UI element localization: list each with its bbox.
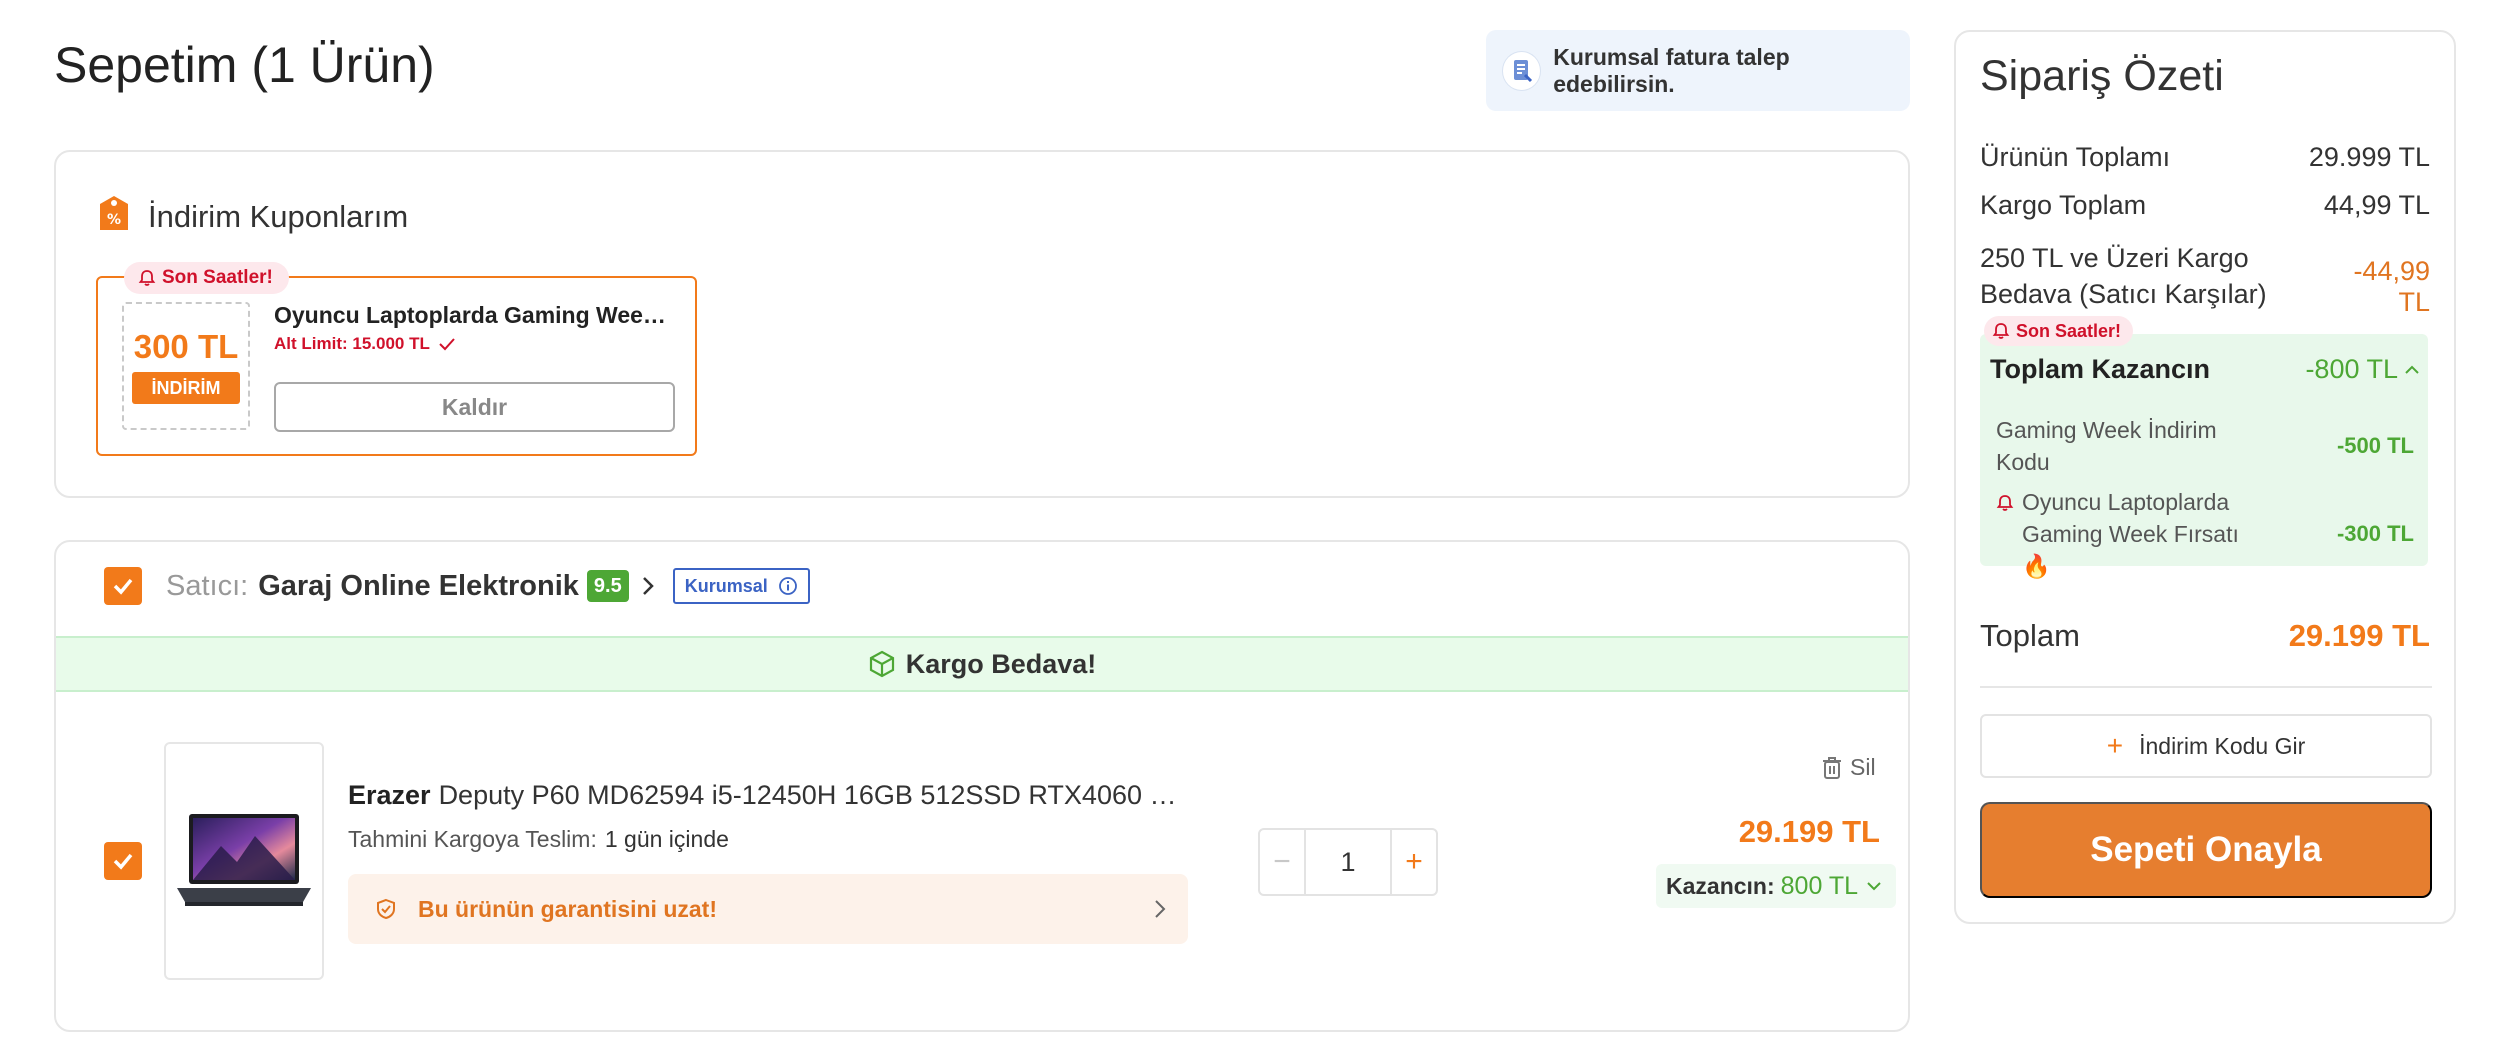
summary-products-label: Ürünün Toplamı (1980, 142, 2171, 172)
quantity-value[interactable]: 1 (1306, 830, 1390, 894)
chevron-right-icon[interactable] (641, 575, 655, 597)
extend-warranty-banner[interactable]: Bu ürünün garantisini uzat! (348, 874, 1188, 944)
coupon-name: Oyuncu Laptoplarda Gaming Week Fırsatı (274, 302, 674, 328)
savings-line-label: Gaming Week İndirim Kodu (1996, 417, 2217, 475)
summary-divider (1980, 686, 2432, 688)
product-checkbox[interactable] (104, 842, 142, 880)
quantity-stepper: − 1 + (1258, 828, 1438, 896)
coupon-discount-tag: İNDİRİM (132, 372, 240, 404)
coupon-tag-icon: % (96, 194, 132, 239)
shield-icon (376, 898, 396, 920)
product-image[interactable] (164, 742, 324, 980)
checkmark-icon (113, 578, 133, 595)
summary-shipping-label: Kargo Toplam (1980, 190, 2147, 220)
delivery-info: Tahmini Kargoya Teslim: 1 gün içinde (348, 826, 729, 853)
summary-products-value: 29.999 TL (2308, 142, 2430, 172)
confirm-cart-button[interactable]: Sepeti Onayla (1980, 802, 2432, 898)
savings-line-label: Oyuncu Laptoplarda Gaming Week Fırsatı 🔥 (2022, 489, 2239, 579)
invoice-icon (1502, 50, 1542, 91)
free-shipping-discount-label: 250 TL ve Üzeri Kargo Bedava (Satıcı Kar… (1980, 243, 2267, 309)
coupon-amount: 300 TL (133, 328, 239, 365)
free-shipping-discount-value: -44,99 TL (2353, 256, 2430, 317)
summary-title: Sipariş Özeti (1980, 52, 2224, 100)
product-brand: Erazer (348, 780, 431, 810)
savings-toggle[interactable]: Kazancın: 800 TL (1656, 864, 1897, 908)
product-price: 29.199 TL (1738, 814, 1880, 849)
chevron-down-icon (1866, 881, 1882, 891)
laptop-image (177, 814, 311, 906)
chevron-up-icon (2404, 365, 2420, 375)
box-icon (868, 650, 896, 678)
total-savings-label: Toplam Kazancın (1990, 354, 2211, 384)
bell-icon (1992, 322, 2010, 340)
savings-label: Kazancın: (1666, 872, 1775, 899)
checkmark-icon (113, 853, 133, 870)
savings-line-item: Oyuncu Laptoplarda Gaming Week Fırsatı 🔥… (1996, 486, 2414, 582)
seller-checkbox[interactable] (104, 567, 142, 605)
coupon-limit: Alt Limit: 15.000 TL (274, 334, 456, 354)
summary-total-value: 29.199 TL (2288, 618, 2430, 653)
summary-total-label: Toplam (1980, 618, 2080, 653)
chevron-right-icon (1154, 899, 1166, 919)
quantity-decrease-button[interactable]: − (1260, 830, 1306, 894)
check-icon (438, 337, 456, 351)
summary-urgency-badge: Son Saatler! (1984, 316, 2134, 346)
quantity-increase-button[interactable]: + (1390, 830, 1436, 894)
product-title-link[interactable]: Erazer Deputy P60 MD62594 i5-12450H 16GB … (348, 780, 1188, 811)
plus-icon: + (2106, 730, 2124, 761)
corporate-invoice-note[interactable]: Kurumsal fatura talep edebilirsin. (1486, 30, 1910, 111)
info-icon (778, 576, 798, 596)
svg-text:%: % (107, 212, 121, 228)
coupon-badge-text: Son Saatler! (162, 267, 273, 288)
corporate-badge[interactable]: Kurumsal (672, 568, 810, 604)
savings-line-value: -300 TL (2336, 521, 2414, 546)
page-title: Sepetim (1 Ürün) (54, 37, 435, 93)
bell-icon (1996, 494, 2014, 512)
delivery-value: 1 gün içinde (604, 826, 729, 852)
summary-row-products: Ürünün Toplamı 29.999 TL (1980, 142, 2430, 173)
seller-row: Satıcı: Garaj Online Elektronik 9.5 Kuru… (104, 566, 810, 606)
corporate-badge-text: Kurumsal (684, 575, 768, 596)
coupon-limit-text: Alt Limit: 15.000 TL (274, 334, 430, 353)
coupons-header: % İndirim Kuponlarım (96, 194, 408, 239)
product-name: Deputy P60 MD62594 i5-12450H 16GB 512SSD… (438, 780, 1188, 810)
total-savings-value: -800 TL (2305, 354, 2398, 384)
summary-total-row: Toplam 29.199 TL (1980, 618, 2430, 654)
summary-shipping-value: 44,99 TL (2323, 190, 2430, 220)
trash-icon (1822, 756, 1842, 780)
total-savings-toggle[interactable]: Toplam Kazancın -800 TL (1990, 354, 2420, 385)
summary-row-shipping: Kargo Toplam 44,99 TL (1980, 190, 2430, 221)
coupon-remove-button[interactable]: Kaldır (274, 382, 675, 432)
delete-label: Sil (1850, 754, 1876, 780)
savings-line-value: -500 TL (2336, 433, 2414, 458)
free-shipping-banner: Kargo Bedava! (56, 636, 1908, 692)
invoice-note-text: Kurumsal fatura talep edebilirsin. (1553, 43, 1790, 97)
delivery-label: Tahmini Kargoya Teslim: (348, 826, 597, 852)
delete-button[interactable]: Sil (1822, 754, 1876, 781)
coupon-urgency-badge: Son Saatler! (124, 262, 289, 294)
savings-line-item: Gaming Week İndirim Kodu -500 TL (1996, 414, 2414, 478)
seller-score-badge: 9.5 (586, 570, 629, 602)
savings-value: 800 TL (1780, 871, 1859, 900)
bell-icon (138, 269, 156, 287)
coupons-title: İndirim Kuponlarım (148, 198, 409, 234)
enter-discount-code-button[interactable]: + İndirim Kodu Gir (1980, 714, 2432, 778)
seller-name-link[interactable]: Garaj Online Elektronik (258, 570, 579, 603)
summary-badge-text: Son Saatler! (2016, 320, 2122, 341)
coupon-amount-box: 300 TL İNDİRİM (122, 302, 250, 430)
warranty-text: Bu ürünün garantisini uzat! (418, 895, 717, 922)
seller-label: Satıcı: (166, 569, 249, 602)
discount-code-label: İndirim Kodu Gir (2139, 732, 2306, 759)
free-shipping-text: Kargo Bedava! (905, 648, 1097, 679)
